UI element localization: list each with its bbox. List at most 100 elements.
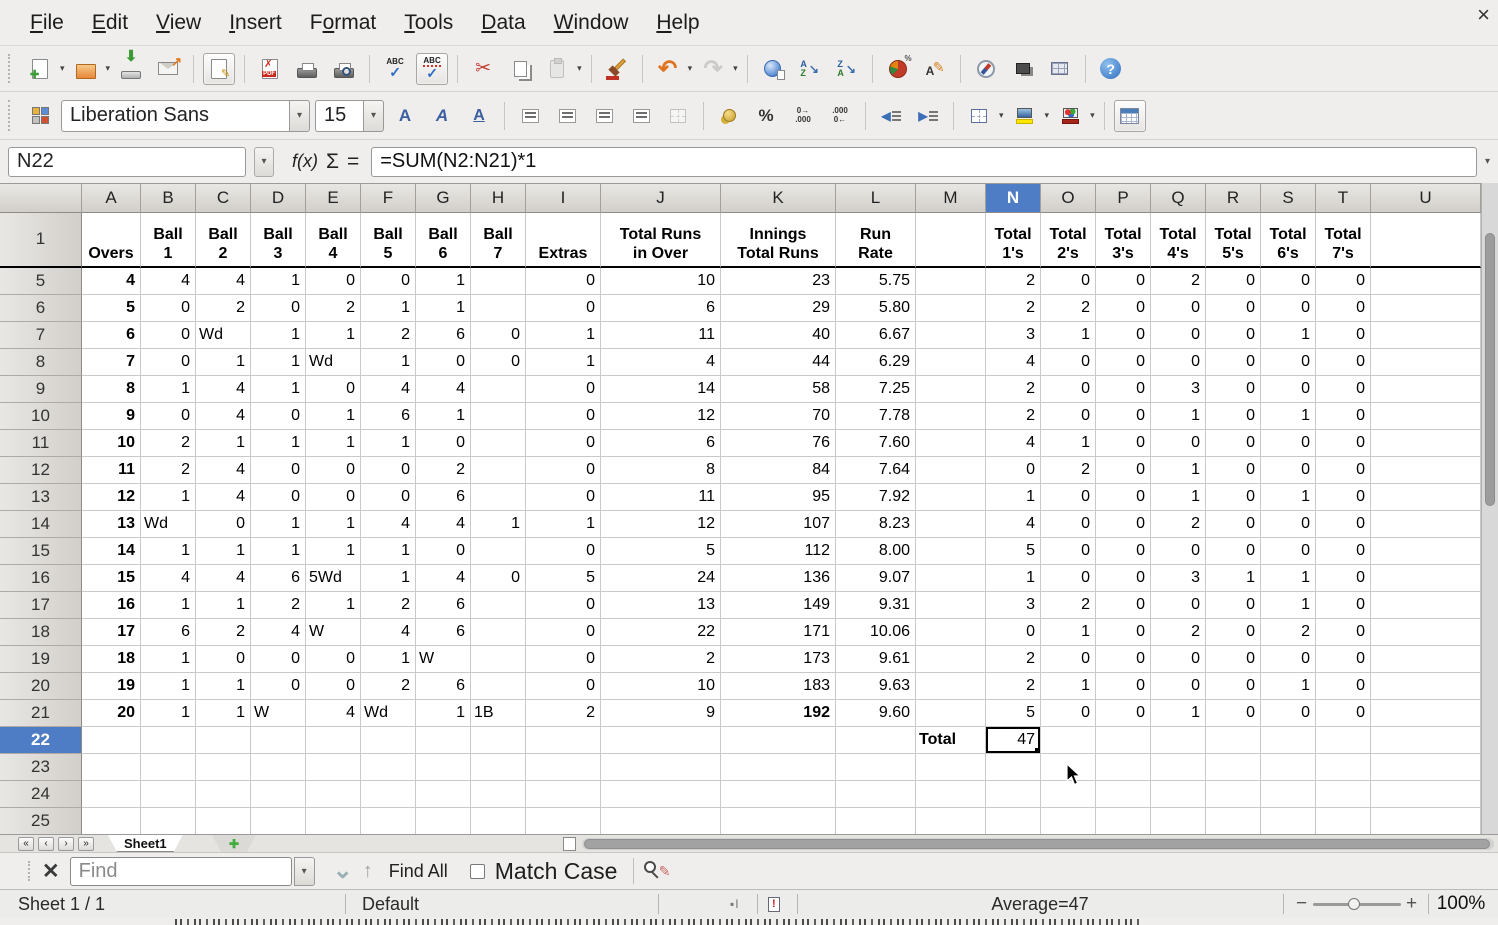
cell-O12[interactable]: 2 [1041,457,1096,484]
cell-A8[interactable]: 7 [82,349,141,376]
cell-T12[interactable]: 0 [1316,457,1371,484]
cell-M20[interactable] [916,673,986,700]
row-header-21[interactable]: 21 [0,700,82,727]
cell-Q16[interactable]: 3 [1151,565,1206,592]
cell-P7[interactable]: 0 [1096,322,1151,349]
column-header-H[interactable]: H [471,184,526,213]
select-all-corner[interactable] [0,184,82,213]
cell-T19[interactable]: 0 [1316,646,1371,673]
cell-I16[interactable]: 5 [526,565,601,592]
borders-icon[interactable] [963,100,995,132]
cell-F5[interactable]: 0 [361,268,416,295]
align-left-icon[interactable] [514,100,546,132]
cell-S7[interactable]: 1 [1261,322,1316,349]
cell-N23[interactable] [986,754,1041,781]
borders-dropdown-icon[interactable]: ▾ [999,110,1004,121]
cell-L16[interactable]: 9.07 [836,565,916,592]
row-header-6[interactable]: 6 [0,295,82,322]
export-pdf-icon[interactable]: ✗ PDF [254,53,286,85]
cell-T20[interactable]: 0 [1316,673,1371,700]
align-right-icon[interactable] [588,100,620,132]
cell-C24[interactable] [196,781,251,808]
cell-K16[interactable]: 136 [721,565,836,592]
cell-C16[interactable]: 4 [196,565,251,592]
cell-I9[interactable]: 0 [526,376,601,403]
cell-D5[interactable]: 1 [251,268,306,295]
cell-N12[interactable]: 0 [986,457,1041,484]
cell-B25[interactable] [141,808,196,834]
cell-Q19[interactable]: 0 [1151,646,1206,673]
cell-L6[interactable]: 5.80 [836,295,916,322]
sort-ascending-icon[interactable]: A Z ↘ [794,53,826,85]
cell-F19[interactable]: 1 [361,646,416,673]
cell-F1[interactable]: Ball 5 [361,213,416,268]
edit-mode-icon[interactable]: ✎ [203,52,236,85]
toolbar-drag-handle[interactable] [28,861,32,881]
cell-I25[interactable] [526,808,601,834]
row-header-17[interactable]: 17 [0,592,82,619]
cell-Q10[interactable]: 1 [1151,403,1206,430]
cell-F15[interactable]: 1 [361,538,416,565]
column-header-U[interactable]: U [1371,184,1481,213]
cell-U1[interactable] [1371,213,1481,268]
font-name-input[interactable] [61,99,289,132]
cell-L14[interactable]: 8.23 [836,511,916,538]
show-draw-functions-icon[interactable]: A ✎ [919,53,951,85]
cell-I5[interactable]: 0 [526,268,601,295]
menu-help[interactable]: Help [642,7,713,39]
background-color-icon[interactable] [1009,100,1041,132]
cell-K24[interactable] [721,781,836,808]
cell-E16[interactable]: 5Wd [306,565,361,592]
cell-U7[interactable] [1371,322,1481,349]
cell-H10[interactable] [471,403,526,430]
cell-B17[interactable]: 1 [141,592,196,619]
cell-A24[interactable] [82,781,141,808]
cell-M15[interactable] [916,538,986,565]
cell-C10[interactable]: 4 [196,403,251,430]
cell-M16[interactable] [916,565,986,592]
cell-M24[interactable] [916,781,986,808]
cell-H1[interactable]: Ball 7 [471,213,526,268]
cell-C19[interactable]: 0 [196,646,251,673]
cell-O22[interactable] [1041,727,1096,754]
cell-U18[interactable] [1371,619,1481,646]
cell-C25[interactable] [196,808,251,834]
insert-mode-icon[interactable]: ▪I [730,890,740,918]
formula-bar-expand-icon[interactable]: ▾ [1485,156,1490,167]
cell-E7[interactable]: 1 [306,322,361,349]
cell-A1[interactable]: Overs [82,213,141,268]
cell-K22[interactable] [721,727,836,754]
menu-file[interactable]: File [16,7,78,39]
cell-C20[interactable]: 1 [196,673,251,700]
column-header-Q[interactable]: Q [1151,184,1206,213]
cell-C1[interactable]: Ball 2 [196,213,251,268]
vertical-scrollbar-thumb[interactable] [1485,233,1495,506]
cell-P8[interactable]: 0 [1096,349,1151,376]
cell-S16[interactable]: 1 [1261,565,1316,592]
cell-N25[interactable] [986,808,1041,834]
cell-S22[interactable] [1261,727,1316,754]
cell-E18[interactable]: W [306,619,361,646]
cell-A10[interactable]: 9 [82,403,141,430]
column-header-B[interactable]: B [141,184,196,213]
cell-K10[interactable]: 70 [721,403,836,430]
column-header-J[interactable]: J [601,184,721,213]
cell-E20[interactable]: 0 [306,673,361,700]
cell-D7[interactable]: 1 [251,322,306,349]
cell-H24[interactable] [471,781,526,808]
cell-U21[interactable] [1371,700,1481,727]
cell-P24[interactable] [1096,781,1151,808]
toolbar-drag-handle[interactable] [8,100,12,131]
column-header-L[interactable]: L [836,184,916,213]
cell-R9[interactable]: 0 [1206,376,1261,403]
column-header-I[interactable]: I [526,184,601,213]
cell-S11[interactable]: 0 [1261,430,1316,457]
cell-Q7[interactable]: 0 [1151,322,1206,349]
cell-P17[interactable]: 0 [1096,592,1151,619]
cell-N8[interactable]: 4 [986,349,1041,376]
cell-B15[interactable]: 1 [141,538,196,565]
cell-T18[interactable]: 0 [1316,619,1371,646]
cell-C8[interactable]: 1 [196,349,251,376]
cell-G13[interactable]: 6 [416,484,471,511]
cell-G16[interactable]: 4 [416,565,471,592]
